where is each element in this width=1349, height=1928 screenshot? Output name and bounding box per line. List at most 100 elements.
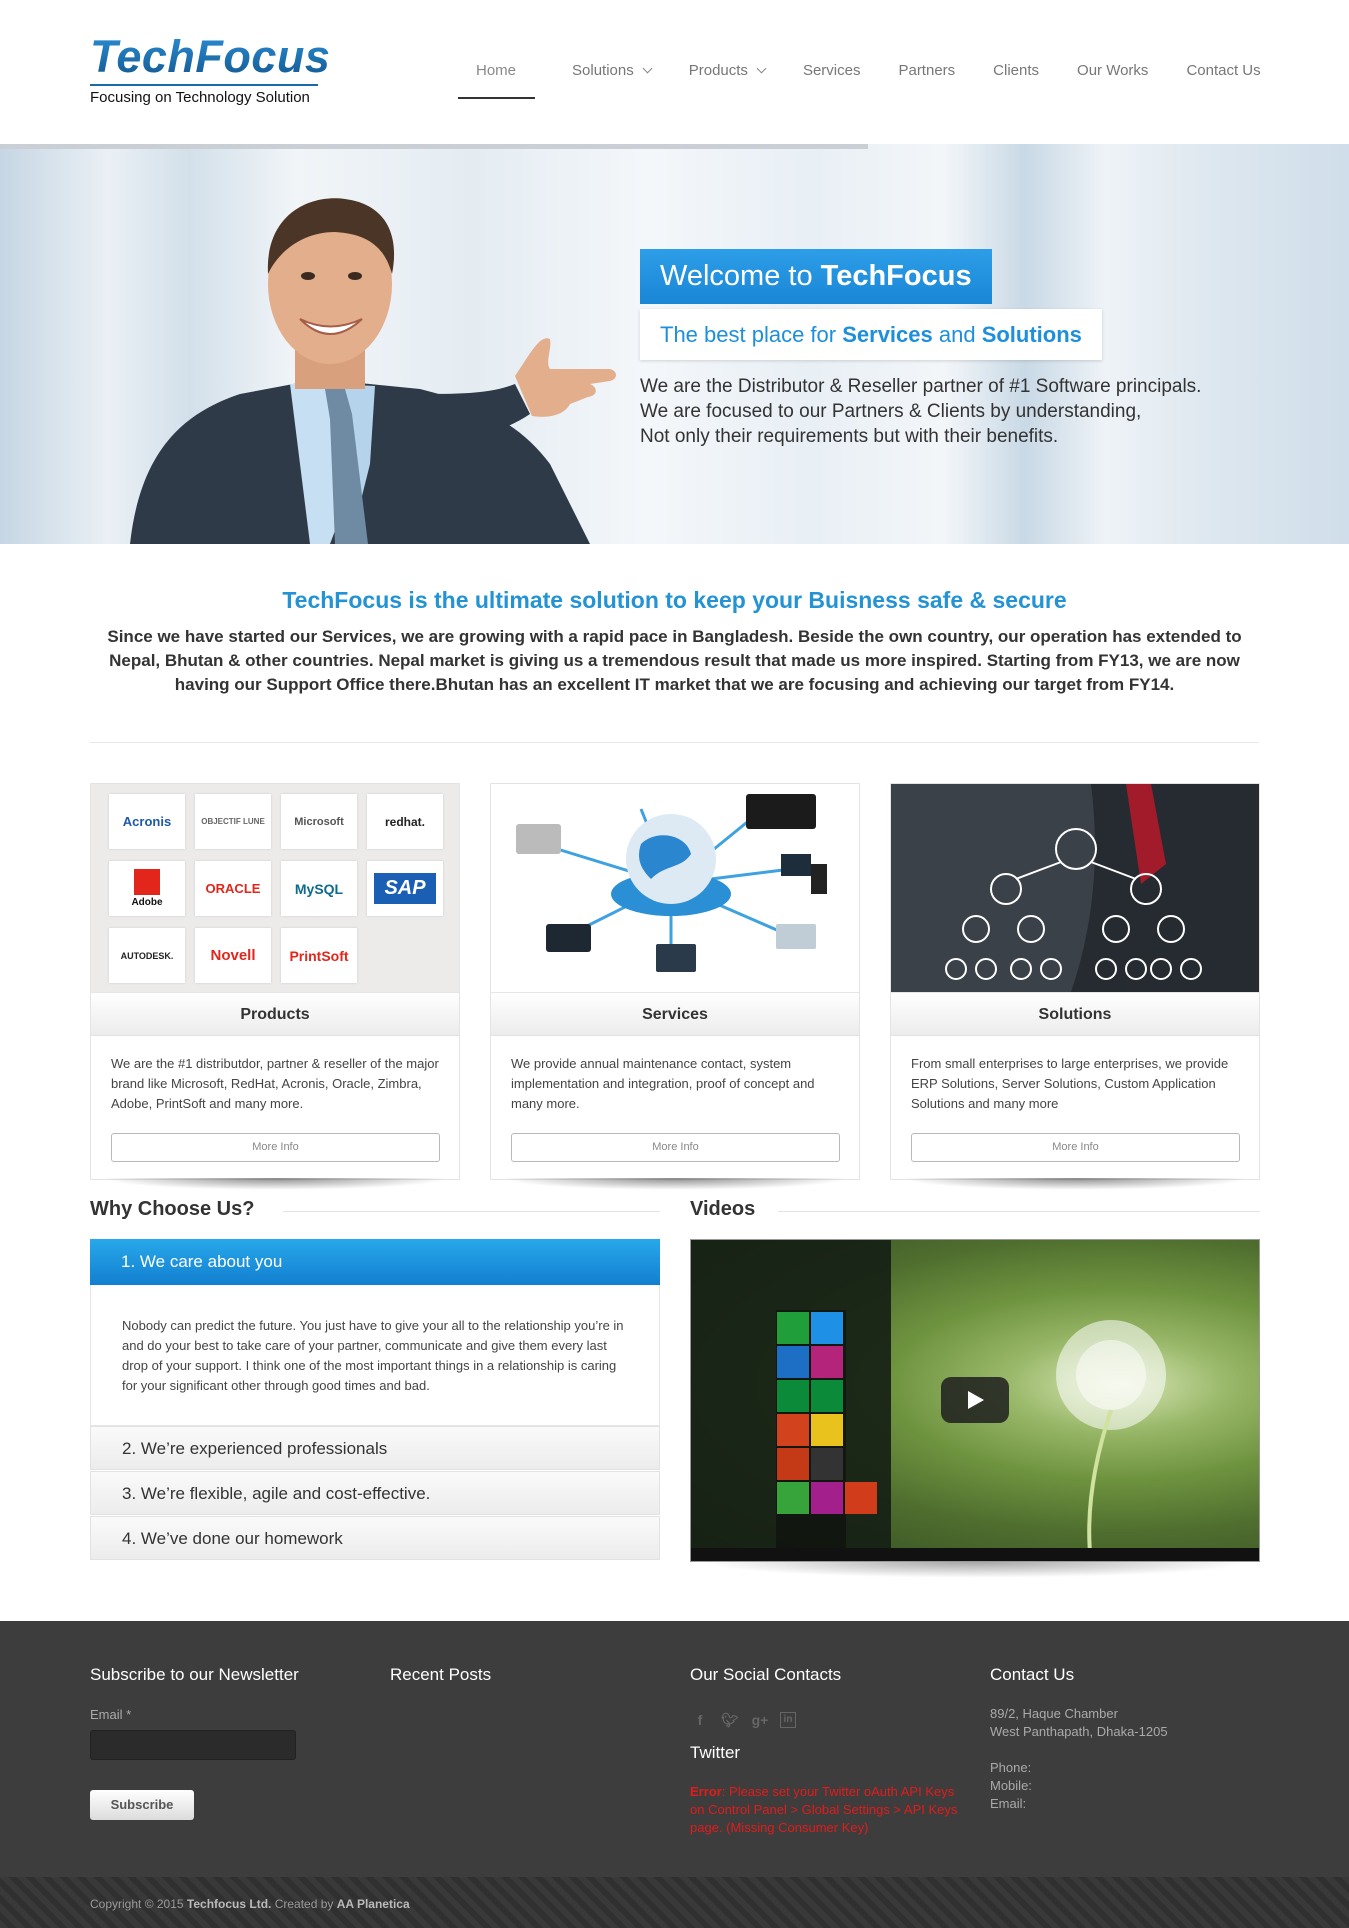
address-line: West Panthapath, Dhaka-1205 [990, 1724, 1168, 1739]
linkedin-icon[interactable]: in [780, 1712, 796, 1728]
card-text: From small enterprises to large enterpri… [911, 1056, 1229, 1111]
chevron-down-icon [642, 63, 653, 73]
site-logo[interactable]: TechFocus Focusing on Technology Solutio… [90, 32, 330, 106]
card-services: Services We provide annual maintenance c… [490, 783, 860, 1180]
nav-contact-us-label: Contact Us [1186, 61, 1261, 79]
email-contact-label: Email: [990, 1796, 1027, 1811]
hero-progress-bar [0, 144, 868, 149]
adobe-icon [134, 869, 160, 895]
card-shadow [500, 1178, 850, 1190]
accordion-item[interactable]: 4. We’ve done our homework [90, 1516, 660, 1560]
heading-rule [778, 1211, 1260, 1212]
author-name: AA Planetica [336, 1897, 410, 1911]
facebook-icon[interactable]: f [690, 1710, 710, 1730]
solutions-more-info-button[interactable]: More Info [911, 1133, 1240, 1162]
card-title: Products [91, 992, 459, 1036]
acronis-logo: Acronis [109, 794, 185, 849]
nav-contact-us[interactable]: Contact Us [1167, 60, 1279, 80]
copyright-mid: Created by [271, 1897, 337, 1911]
email-label: Email * [90, 1707, 132, 1722]
newsletter-heading: Subscribe to our Newsletter [90, 1665, 299, 1684]
oracle-logo: ORACLE [195, 861, 271, 916]
card-shadow [900, 1178, 1250, 1190]
nav-clients[interactable]: Clients [974, 60, 1058, 80]
video-shadow [700, 1562, 1250, 1578]
products-more-info-button[interactable]: More Info [111, 1133, 440, 1162]
nav-services[interactable]: Services [784, 60, 880, 80]
adobe-logo: Adobe [109, 861, 185, 916]
mysql-logo: MySQL [281, 861, 357, 916]
recent-posts-heading: Recent Posts [390, 1665, 492, 1684]
nav-our-works-label: Our Works [1077, 61, 1149, 79]
company-name: Techfocus Ltd. [186, 1897, 272, 1911]
adobe-label: Adobe [131, 897, 163, 908]
nav-services-label: Services [802, 61, 861, 79]
hero-line: Not only their requirements but with the… [640, 426, 1059, 447]
twitter-heading: Twitter [690, 1743, 741, 1762]
social-contacts-heading: Our Social Contacts [690, 1665, 842, 1684]
objectif-lune-logo: OBJECTIF LUNE [195, 794, 271, 849]
printsoft-logo: PrintSoft [281, 928, 357, 983]
hero-description: We are the Distributor & Reseller partne… [640, 374, 1201, 449]
hero-welcome-prefix: Welcome to [660, 260, 821, 292]
subscribe-button[interactable]: Subscribe [90, 1790, 194, 1820]
intro-paragraph: Since we have started our Services, we a… [107, 627, 1242, 694]
hero-welcome-title: Welcome to TechFocus [640, 249, 992, 304]
accordion-panel-text: Nobody can predict the future. You just … [90, 1285, 660, 1426]
intro-heading: TechFocus is the ultimate solution to ke… [282, 587, 1067, 613]
heading-rule [283, 1211, 660, 1212]
accordion-item[interactable]: 3. We’re flexible, agile and cost-effect… [90, 1471, 660, 1515]
hero-welcome-brand: TechFocus [820, 260, 972, 292]
nav-products[interactable]: Products [670, 60, 784, 80]
hero-line: We are focused to our Partners & Clients… [640, 401, 1142, 422]
hero-tagline-services: Services [842, 322, 933, 347]
nav-active-indicator [458, 97, 535, 99]
copyright-prefix: Copyright © 2015 [90, 1897, 187, 1911]
redhat-logo: redhat. [367, 794, 443, 849]
section-divider [90, 742, 1259, 743]
nav-partners-label: Partners [898, 61, 956, 79]
videos-heading: Videos [690, 1198, 756, 1220]
services-more-info-button[interactable]: More Info [511, 1133, 840, 1162]
play-icon[interactable] [941, 1377, 1009, 1423]
org-network-image [891, 784, 1259, 992]
address-line: 89/2, Haque Chamber [990, 1706, 1118, 1721]
logo-title: TechFocus [90, 31, 331, 82]
card-products: Acronis OBJECTIF LUNE Microsoft redhat. … [90, 783, 460, 1180]
logo-tagline: Focusing on Technology Solution [90, 89, 310, 106]
brand-logos-image: Acronis OBJECTIF LUNE Microsoft redhat. … [91, 784, 459, 992]
nav-solutions[interactable]: Solutions [553, 60, 670, 80]
chevron-down-icon [756, 63, 767, 73]
hero-tagline-solutions: Solutions [981, 322, 1082, 347]
contact-details: 89/2, Haque Chamber West Panthapath, Dha… [990, 1705, 1168, 1813]
social-links: f 🐦︎ g+ in [690, 1710, 796, 1730]
hero-tagline-prefix: The best place for [660, 322, 843, 347]
error-label: Error [690, 1784, 722, 1799]
hero-banner: Welcome to TechFocus The best place for … [0, 144, 1349, 544]
video-player[interactable] [690, 1239, 1260, 1562]
autodesk-logo: AUTODESK. [109, 928, 185, 983]
mobile-label: Mobile: [990, 1778, 1032, 1793]
nav-home[interactable]: Home [458, 60, 553, 80]
hero-line: We are the Distributor & Reseller partne… [640, 376, 1202, 397]
nav-products-label: Products [688, 61, 748, 79]
businessman-image [130, 198, 616, 544]
twitter-icon[interactable]: 🐦︎ [720, 1710, 740, 1730]
accordion-item[interactable]: 2. We’re experienced professionals [90, 1426, 660, 1470]
card-solutions: Solutions From small enterprises to larg… [890, 783, 1260, 1180]
main-nav: Home Solutions Products Services Partner… [458, 60, 1280, 80]
nav-solutions-label: Solutions [572, 61, 634, 79]
phone-label: Phone: [990, 1760, 1032, 1775]
nav-our-works[interactable]: Our Works [1058, 60, 1167, 80]
accordion-item-active[interactable]: 1. We care about you [90, 1239, 660, 1285]
sap-logo: SAP [367, 861, 443, 916]
novell-logo: Novell [195, 928, 271, 983]
sap-label: SAP [374, 873, 436, 904]
google-plus-icon[interactable]: g+ [750, 1710, 770, 1730]
card-shadow [100, 1178, 450, 1190]
card-text: We are the #1 distributdor, partner & re… [111, 1056, 439, 1111]
nav-partners[interactable]: Partners [879, 60, 974, 80]
newsletter-email-input[interactable] [90, 1730, 296, 1760]
card-title: Solutions [891, 992, 1259, 1036]
